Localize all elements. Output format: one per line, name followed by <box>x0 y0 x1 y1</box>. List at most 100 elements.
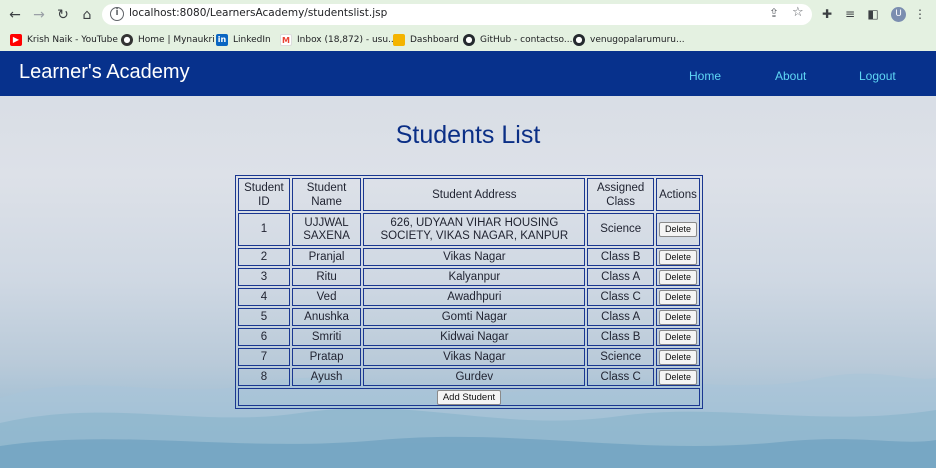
student-id-cell: 7 <box>238 348 290 366</box>
actions-cell: Delete <box>655 213 700 246</box>
student-name-cell: Pratap <box>291 348 362 366</box>
table-row: 8 Ayush Gurdev Class C Delete <box>238 368 700 386</box>
student-address-cell: 626, UDYAAN VIHAR HOUSING SOCIETY, VIKAS… <box>363 213 586 246</box>
extensions-icon[interactable]: ✚ <box>820 6 834 22</box>
actions-cell: Delete <box>655 348 700 366</box>
bookmark-label: Dashboard <box>410 35 459 45</box>
student-address-cell: Vikas Nagar <box>363 248 586 266</box>
profile-avatar[interactable]: U <box>891 7 906 22</box>
linkedin-icon: in <box>216 34 228 46</box>
brand-title: Learner's Academy <box>19 61 190 83</box>
student-address-cell: Gurdev <box>363 368 586 386</box>
bookmark-item[interactable]: ● Home | Mynaukri <box>121 33 215 47</box>
assigned-class-cell: Class B <box>587 248 654 266</box>
assigned-class-cell: Class A <box>587 308 654 326</box>
bookmark-label: venugopalarumuru... <box>590 35 685 45</box>
assigned-class-cell: Science <box>587 213 654 246</box>
assigned-class-cell: Science <box>587 348 654 366</box>
table-footer-row: Add Student <box>238 388 700 406</box>
bookmark-item[interactable]: Dashboard <box>393 33 459 47</box>
table-row: 3 Ritu Kalyanpur Class A Delete <box>238 268 700 286</box>
student-address-cell: Kalyanpur <box>363 268 586 286</box>
github-icon: ● <box>463 34 475 46</box>
actions-cell: Delete <box>655 308 700 326</box>
home-icon[interactable]: ⌂ <box>78 6 96 24</box>
site-info-icon[interactable]: i <box>110 7 124 21</box>
assigned-class-cell: Class C <box>587 288 654 306</box>
table-row: 4 Ved Awadhpuri Class C Delete <box>238 288 700 306</box>
student-name-cell: Anushka <box>291 308 362 326</box>
bookmarks-bar: ▶ Krish Naik - YouTube ● Home | Mynaukri… <box>0 29 936 51</box>
bookmark-item[interactable]: ● venugopalarumuru... <box>573 33 685 47</box>
assigned-class-cell: Class A <box>587 268 654 286</box>
site-header: Learner's Academy Home About Logout <box>0 51 936 96</box>
bookmark-item[interactable]: ● GitHub - contactso... <box>463 33 572 47</box>
students-table: Student ID Student Name Student Address … <box>235 175 703 409</box>
column-header: Student ID <box>238 178 290 211</box>
url-text[interactable]: localhost:8080/LearnersAcademy/studentsl… <box>129 7 387 19</box>
add-student-button[interactable]: Add Student <box>436 389 502 405</box>
forward-arrow-icon[interactable]: → <box>30 6 48 24</box>
table-row: 2 Pranjal Vikas Nagar Class B Delete <box>238 248 700 266</box>
student-id-cell: 3 <box>238 268 290 286</box>
side-panel-icon[interactable]: ◧ <box>866 6 880 22</box>
nav-about-link[interactable]: About <box>775 69 806 83</box>
page-content: Learner's Academy Home About Logout Stud… <box>0 51 936 468</box>
delete-button[interactable]: Delete <box>658 329 697 345</box>
student-address-cell: Gomti Nagar <box>363 308 586 326</box>
share-icon[interactable]: ⇪ <box>769 6 779 20</box>
student-name-cell: Smriti <box>291 328 362 346</box>
delete-button[interactable]: Delete <box>658 309 697 325</box>
address-bar[interactable]: i localhost:8080/LearnersAcademy/student… <box>102 4 812 25</box>
bookmark-icon <box>393 34 405 46</box>
delete-button[interactable]: Delete <box>658 349 697 365</box>
student-id-cell: 1 <box>238 213 290 246</box>
add-student-cell: Add Student <box>238 388 700 406</box>
actions-cell: Delete <box>655 288 700 306</box>
table-header-row: Student ID Student Name Student Address … <box>238 178 700 211</box>
bookmark-label: Krish Naik - YouTube <box>27 35 118 45</box>
student-address-cell: Kidwai Nagar <box>363 328 586 346</box>
column-header: Student Name <box>291 178 362 211</box>
bookmark-label: GitHub - contactso... <box>480 35 573 45</box>
delete-button[interactable]: Delete <box>658 222 697 237</box>
student-name-cell: Ritu <box>291 268 362 286</box>
actions-cell: Delete <box>655 248 700 266</box>
actions-cell: Delete <box>655 368 700 386</box>
student-id-cell: 5 <box>238 308 290 326</box>
column-header: Actions <box>655 178 700 211</box>
student-id-cell: 6 <box>238 328 290 346</box>
back-arrow-icon[interactable]: ← <box>6 6 24 24</box>
nav-home-link[interactable]: Home <box>689 69 721 83</box>
reload-icon[interactable]: ↻ <box>54 6 72 24</box>
bookmark-item[interactable]: M Inbox (18,872) - usu... <box>280 33 397 47</box>
column-header: Assigned Class <box>587 178 654 211</box>
reading-list-icon[interactable]: ≡ <box>843 6 857 22</box>
assigned-class-cell: Class C <box>587 368 654 386</box>
delete-button[interactable]: Delete <box>658 289 697 305</box>
student-address-cell: Vikas Nagar <box>363 348 586 366</box>
nav-logout-link[interactable]: Logout <box>859 69 896 83</box>
student-name-cell: UJJWAL SAXENA <box>291 213 362 246</box>
github-icon: ● <box>573 34 585 46</box>
gmail-icon: M <box>280 34 292 46</box>
student-id-cell: 4 <box>238 288 290 306</box>
delete-button[interactable]: Delete <box>658 269 697 285</box>
bookmark-item[interactable]: in LinkedIn <box>216 33 271 47</box>
bookmark-item[interactable]: ▶ Krish Naik - YouTube <box>10 33 118 47</box>
page-title: Students List <box>395 121 541 149</box>
bookmark-label: Home | Mynaukri <box>138 35 215 45</box>
browser-toolbar: ← → ↻ ⌂ i localhost:8080/LearnersAcademy… <box>0 0 936 29</box>
student-name-cell: Ved <box>291 288 362 306</box>
delete-button[interactable]: Delete <box>658 249 697 265</box>
browser-menu-icon[interactable]: ⋮ <box>914 6 926 22</box>
student-address-cell: Awadhpuri <box>363 288 586 306</box>
table-row: 1 UJJWAL SAXENA 626, UDYAAN VIHAR HOUSIN… <box>238 213 700 246</box>
delete-button[interactable]: Delete <box>658 369 697 385</box>
student-name-cell: Ayush <box>291 368 362 386</box>
assigned-class-cell: Class B <box>587 328 654 346</box>
table-row: 7 Pratap Vikas Nagar Science Delete <box>238 348 700 366</box>
bookmark-star-icon[interactable]: ☆ <box>792 5 804 20</box>
student-id-cell: 2 <box>238 248 290 266</box>
table-row: 6 Smriti Kidwai Nagar Class B Delete <box>238 328 700 346</box>
